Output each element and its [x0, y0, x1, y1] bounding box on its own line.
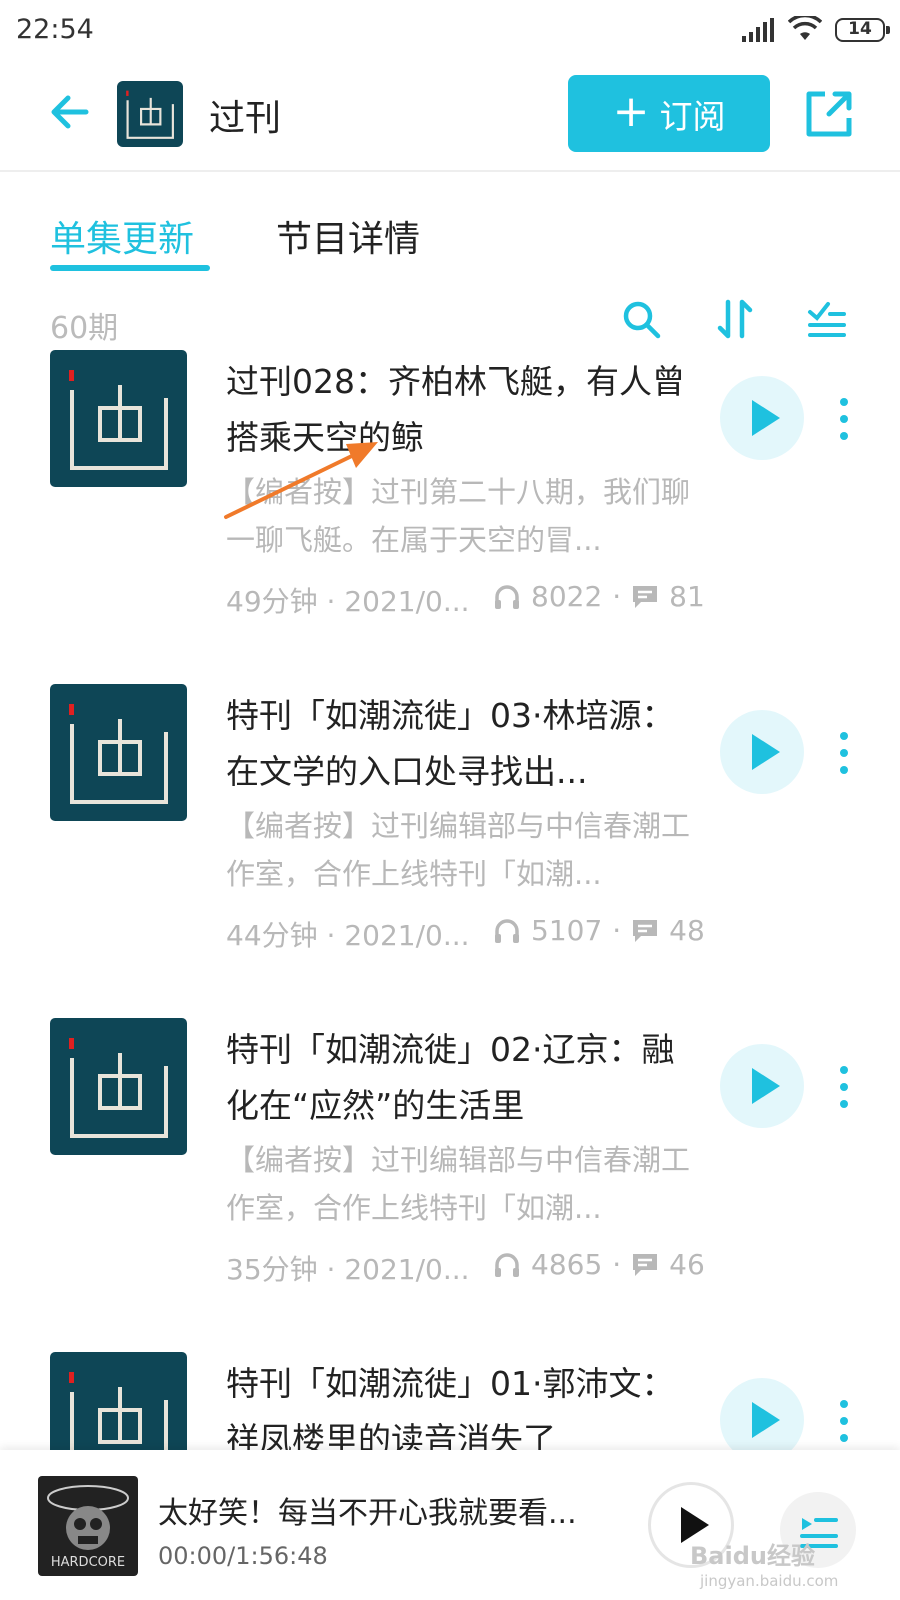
comment-count: 48	[669, 914, 705, 947]
episode-meta: 44分钟 · 2021/0... 5107 · 48	[226, 914, 705, 952]
play-count: 4865	[531, 1248, 603, 1281]
player-cover: HARDCORE	[38, 1476, 138, 1576]
search-icon[interactable]	[620, 298, 662, 340]
player-cover-text: HARDCORE	[51, 1555, 125, 1570]
more-options-icon[interactable]	[836, 1396, 852, 1446]
signal-icon	[742, 18, 774, 42]
play-count: 5107	[531, 914, 603, 947]
play-button[interactable]	[720, 1044, 804, 1128]
play-icon	[752, 1402, 780, 1438]
episode-thumbnail	[50, 1018, 187, 1155]
tab-episode-updates[interactable]: 单集更新	[50, 210, 194, 262]
more-options-icon[interactable]	[836, 394, 852, 444]
wifi-icon	[788, 16, 822, 40]
play-button[interactable]	[720, 710, 804, 794]
comment-icon	[633, 919, 658, 942]
episode-count: 60期	[50, 311, 119, 346]
episode-description: 【编者按】过刊第二十八期，我们聊一聊飞艇。在属于天空的冒...	[226, 475, 691, 557]
player-time: 00:00/1:56:48	[158, 1542, 328, 1570]
episode-thumbnail	[50, 350, 187, 487]
status-time: 22:54	[16, 14, 94, 45]
plus-icon: +	[612, 85, 650, 137]
active-tab-indicator	[50, 265, 210, 271]
play-icon	[752, 400, 780, 436]
subscribe-button[interactable]: + 订阅	[568, 75, 770, 152]
more-options-icon[interactable]	[836, 1062, 852, 1112]
episode-thumbnail	[50, 1352, 187, 1450]
episode-meta: 49分钟 · 2021/0... 8022 · 81	[226, 580, 705, 618]
episode-title: 特刊「如潮流徙」01·郭沛文：祥凤楼里的读音消失了	[226, 1364, 675, 1450]
comment-count: 81	[669, 580, 705, 613]
header: 过刊 + 订阅	[0, 62, 900, 172]
episode-item[interactable]: 特刊「如潮流徙」01·郭沛文：祥凤楼里的读音消失了	[0, 1352, 900, 1450]
play-button[interactable]	[720, 1378, 804, 1450]
episode-description: 【编者按】过刊编辑部与中信春潮工作室，合作上线特刊「如潮...	[226, 1143, 691, 1225]
episode-duration: 35分钟 · 2021/0...	[226, 1253, 470, 1286]
comment-count: 46	[669, 1248, 705, 1281]
play-count: 8022	[531, 580, 603, 613]
headphones-icon	[495, 1252, 519, 1277]
play-button[interactable]	[720, 376, 804, 460]
podcast-logo	[117, 81, 183, 147]
episode-duration: 44分钟 · 2021/0...	[226, 919, 470, 952]
page-title: 过刊	[209, 98, 282, 139]
player-title: 太好笑！每当不开心我就要看...	[158, 1496, 577, 1531]
more-options-icon[interactable]	[836, 728, 852, 778]
play-icon	[752, 1068, 780, 1104]
episode-title: 特刊「如潮流徙」02·辽京：融化在“应然”的生活里	[226, 1030, 675, 1125]
comment-icon	[633, 585, 658, 608]
headphones-icon	[495, 584, 519, 609]
share-icon[interactable]	[803, 88, 855, 140]
sort-icon[interactable]	[714, 298, 756, 340]
status-bar: 22:54 14	[0, 0, 900, 62]
back-arrow-icon[interactable]	[46, 88, 94, 136]
comment-icon	[633, 1253, 658, 1276]
tab-program-details[interactable]: 节目详情	[276, 210, 420, 262]
episode-title: 过刊028：齐柏林飞艇，有人曾搭乘天空的鲸	[226, 362, 685, 457]
play-icon	[752, 734, 780, 770]
episode-thumbnail	[50, 684, 187, 821]
episode-meta: 35分钟 · 2021/0... 4865 · 46	[226, 1248, 705, 1286]
episode-title: 特刊「如潮流徙」03·林培源：在文学的入口处寻找出...	[226, 696, 675, 791]
episode-item[interactable]: 特刊「如潮流徙」02·辽京：融化在“应然”的生活里 【编者按】过刊编辑部与中信春…	[0, 1018, 900, 1358]
mini-player[interactable]: HARDCORE 太好笑！每当不开心我就要看... 00:00/1:56:48 …	[0, 1450, 900, 1600]
watermark: Baidu经验	[690, 1542, 815, 1570]
battery-indicator: 14	[835, 18, 890, 42]
episode-item[interactable]: 特刊「如潮流徙」03·林培源：在文学的入口处寻找出... 【编者按】过刊编辑部与…	[0, 684, 900, 1024]
batch-select-icon[interactable]	[806, 298, 848, 340]
episode-item[interactable]: 过刊028：齐柏林飞艇，有人曾搭乘天空的鲸 【编者按】过刊第二十八期，我们聊一聊…	[0, 350, 900, 690]
subscribe-label: 订阅	[659, 96, 726, 136]
watermark-url: jingyan.baidu.com	[700, 1572, 839, 1590]
headphones-icon	[495, 918, 519, 943]
episode-duration: 49分钟 · 2021/0...	[226, 585, 470, 618]
episode-description: 【编者按】过刊编辑部与中信春潮工作室，合作上线特刊「如潮...	[226, 809, 691, 891]
